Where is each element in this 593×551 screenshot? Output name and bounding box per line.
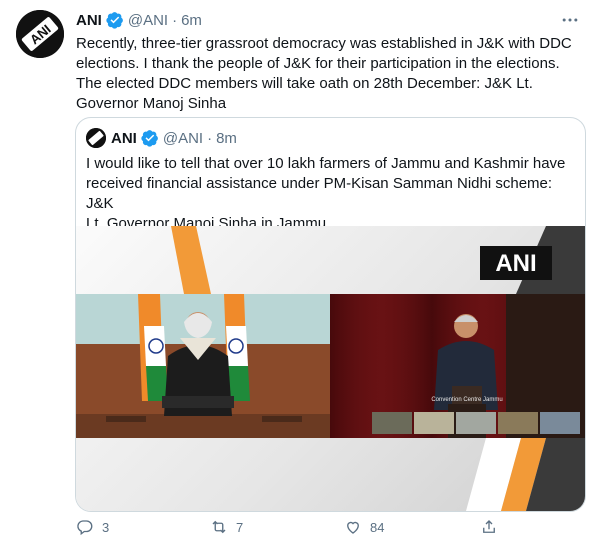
retweet-button[interactable]: 7 bbox=[210, 518, 243, 536]
tweet-header: ANI @ANI · 6m bbox=[76, 11, 202, 29]
tweet-actions: 3 7 84 bbox=[76, 518, 576, 546]
tweet-time[interactable]: 6m bbox=[181, 12, 202, 29]
media-caption: Convention Centre Jammu bbox=[431, 397, 502, 403]
like-icon bbox=[347, 521, 359, 534]
share-button[interactable] bbox=[480, 518, 498, 536]
tweet-text: Recently, three-tier grassroot democracy… bbox=[76, 35, 572, 112]
quoted-author-name: ANI bbox=[111, 129, 137, 147]
author-name[interactable]: ANI bbox=[76, 12, 102, 29]
separator-dot: · bbox=[207, 129, 213, 147]
ani-watermark: ANI bbox=[495, 250, 536, 277]
like-count: 84 bbox=[370, 519, 385, 535]
right-video-panel: Convention Centre Jammu bbox=[330, 294, 585, 438]
left-video-panel bbox=[76, 294, 330, 438]
retweet-count: 7 bbox=[236, 519, 244, 535]
quoted-author-avatar bbox=[86, 128, 106, 148]
verified-badge-icon bbox=[141, 130, 158, 147]
quoted-header: ANI @ANI · 8m bbox=[111, 129, 237, 147]
reply-count: 3 bbox=[102, 519, 110, 535]
quoted-tweet[interactable]: ANI @ANI · 8m I would like to tell that … bbox=[75, 117, 586, 512]
ani-logo-icon: ANI bbox=[16, 10, 64, 58]
quoted-media-image[interactable]: ANI Convention Centre Jammu bbox=[76, 226, 585, 511]
like-button[interactable]: 84 bbox=[344, 518, 384, 536]
reply-button[interactable]: 3 bbox=[76, 518, 109, 536]
verified-badge-icon bbox=[106, 12, 123, 29]
retweet-icon bbox=[212, 520, 226, 534]
quoted-time: 8m bbox=[216, 129, 237, 147]
quoted-author-handle: @ANI bbox=[162, 129, 204, 147]
tweet-card[interactable]: ANI ANI @ANI · 6m Recently, three-tier g… bbox=[0, 0, 593, 551]
author-handle[interactable]: @ANI bbox=[128, 12, 168, 29]
ani-logo-icon bbox=[86, 128, 106, 148]
separator-dot: · bbox=[172, 11, 178, 29]
share-icon bbox=[483, 520, 495, 533]
author-avatar[interactable]: ANI bbox=[16, 10, 64, 58]
quoted-text: I would like to tell that over 10 lakh f… bbox=[86, 155, 566, 232]
orange-stripe bbox=[171, 226, 211, 294]
reply-icon bbox=[77, 520, 93, 536]
more-options-icon[interactable] bbox=[559, 10, 581, 30]
